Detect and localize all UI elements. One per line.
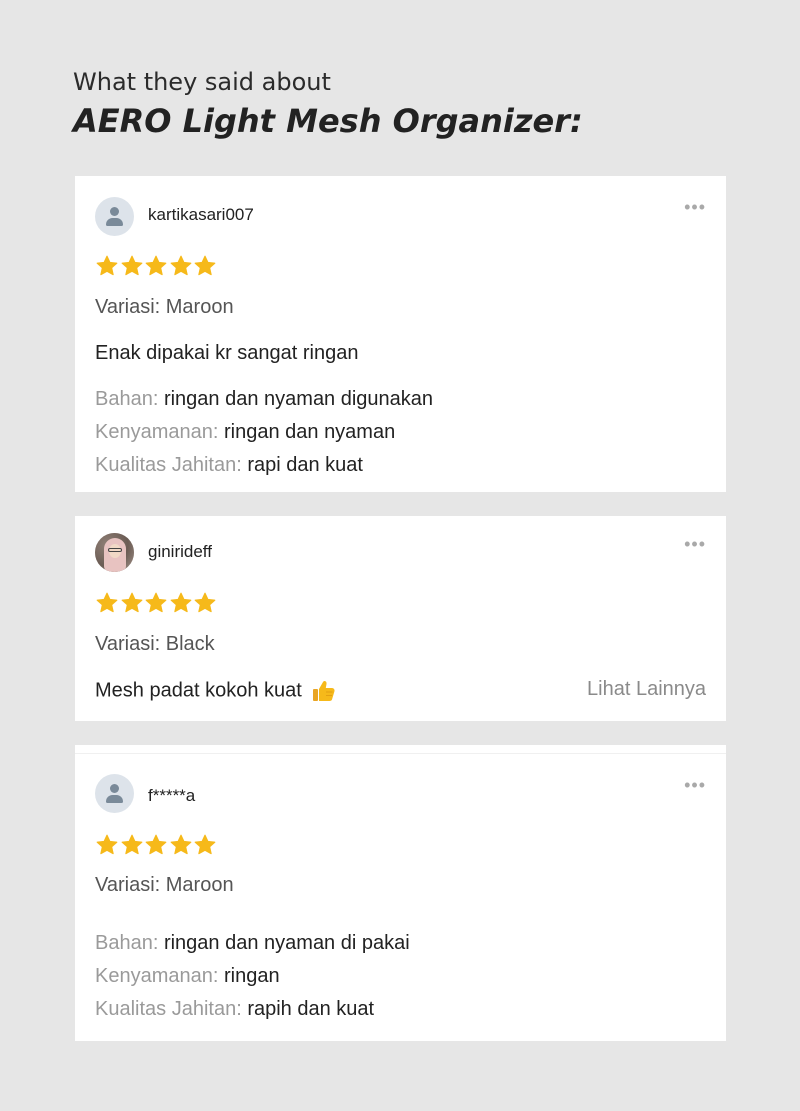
attribute-value: ringan [223, 965, 280, 987]
star-icon [144, 833, 168, 857]
star-icon [169, 591, 193, 615]
attribute-value: ringan dan nyaman digunakan [163, 388, 434, 410]
star-icon [193, 833, 217, 857]
attribute-row: Kenyamanan: ringan [95, 965, 280, 988]
star-icon [144, 591, 168, 615]
review-comment: Mesh padat kokoh kuat [95, 678, 337, 704]
avatar-shoulders [106, 795, 123, 803]
attribute-value: ringan dan nyaman [223, 421, 396, 443]
star-icon [144, 254, 168, 278]
star-icon [169, 833, 193, 857]
attribute-label: Kenyamanan: [95, 965, 224, 987]
avatar-shoulders [106, 218, 123, 226]
star-icon [193, 591, 217, 615]
star-icon [120, 591, 144, 615]
attribute-row: Kenyamanan: ringan dan nyaman [95, 421, 395, 444]
review-card: f*****a ••• Variasi: Maroon Bahan: ringa… [75, 745, 726, 1041]
review-username[interactable]: kartikasari007 [148, 205, 254, 225]
attribute-label: Kenyamanan: [95, 421, 224, 443]
page-subtitle: What they said about [73, 68, 331, 96]
more-options-icon[interactable]: ••• [684, 535, 706, 553]
user-avatar-icon[interactable] [95, 774, 134, 813]
variant-label: Variasi: Black [95, 633, 215, 655]
more-options-icon[interactable]: ••• [684, 776, 706, 794]
user-avatar-icon[interactable] [95, 197, 134, 236]
variant-label: Variasi: Maroon [95, 874, 234, 896]
star-icon [95, 591, 119, 615]
star-icon [169, 254, 193, 278]
star-icon [120, 833, 144, 857]
user-photo-avatar[interactable] [95, 533, 134, 572]
attribute-label: Bahan: [95, 388, 164, 410]
avatar-head [110, 784, 119, 793]
page-title: AERO Light Mesh Organizer: [73, 102, 583, 140]
rating-stars [95, 833, 218, 857]
avatar-head [110, 207, 119, 216]
rating-stars [95, 254, 218, 278]
avatar-glasses [108, 548, 122, 552]
attribute-value: ringan dan nyaman di pakai [163, 932, 410, 954]
variant-label: Variasi: Maroon [95, 296, 234, 318]
star-icon [120, 254, 144, 278]
review-card: ginirideff ••• Variasi: Black Mesh padat… [75, 516, 726, 721]
review-comment: Enak dipakai kr sangat ringan [95, 342, 359, 364]
star-icon [95, 833, 119, 857]
attribute-label: Kualitas Jahitan: [95, 454, 248, 476]
review-username[interactable]: f*****a [148, 786, 195, 806]
attribute-row: Kualitas Jahitan: rapih dan kuat [95, 998, 374, 1021]
attribute-value: rapih dan kuat [247, 998, 375, 1020]
attribute-row: Bahan: ringan dan nyaman di pakai [95, 932, 410, 955]
attribute-row: Kualitas Jahitan: rapi dan kuat [95, 454, 363, 477]
thumbs-up-icon [313, 680, 335, 701]
attribute-value: rapi dan kuat [247, 454, 363, 476]
see-more-link[interactable]: Lihat Lainnya [587, 678, 706, 701]
attribute-label: Bahan: [95, 932, 164, 954]
review-card: kartikasari007 ••• Variasi: Maroon Enak … [75, 176, 726, 492]
rating-stars [95, 591, 218, 615]
attribute-label: Kualitas Jahitan: [95, 998, 248, 1020]
review-comment-text: Mesh padat kokoh kuat [95, 679, 302, 702]
review-username[interactable]: ginirideff [148, 542, 212, 562]
more-options-icon[interactable]: ••• [684, 198, 706, 216]
attribute-row: Bahan: ringan dan nyaman digunakan [95, 388, 433, 411]
star-icon [193, 254, 217, 278]
page-header: What they said about AERO Light Mesh Org… [73, 66, 753, 142]
star-icon [95, 254, 119, 278]
